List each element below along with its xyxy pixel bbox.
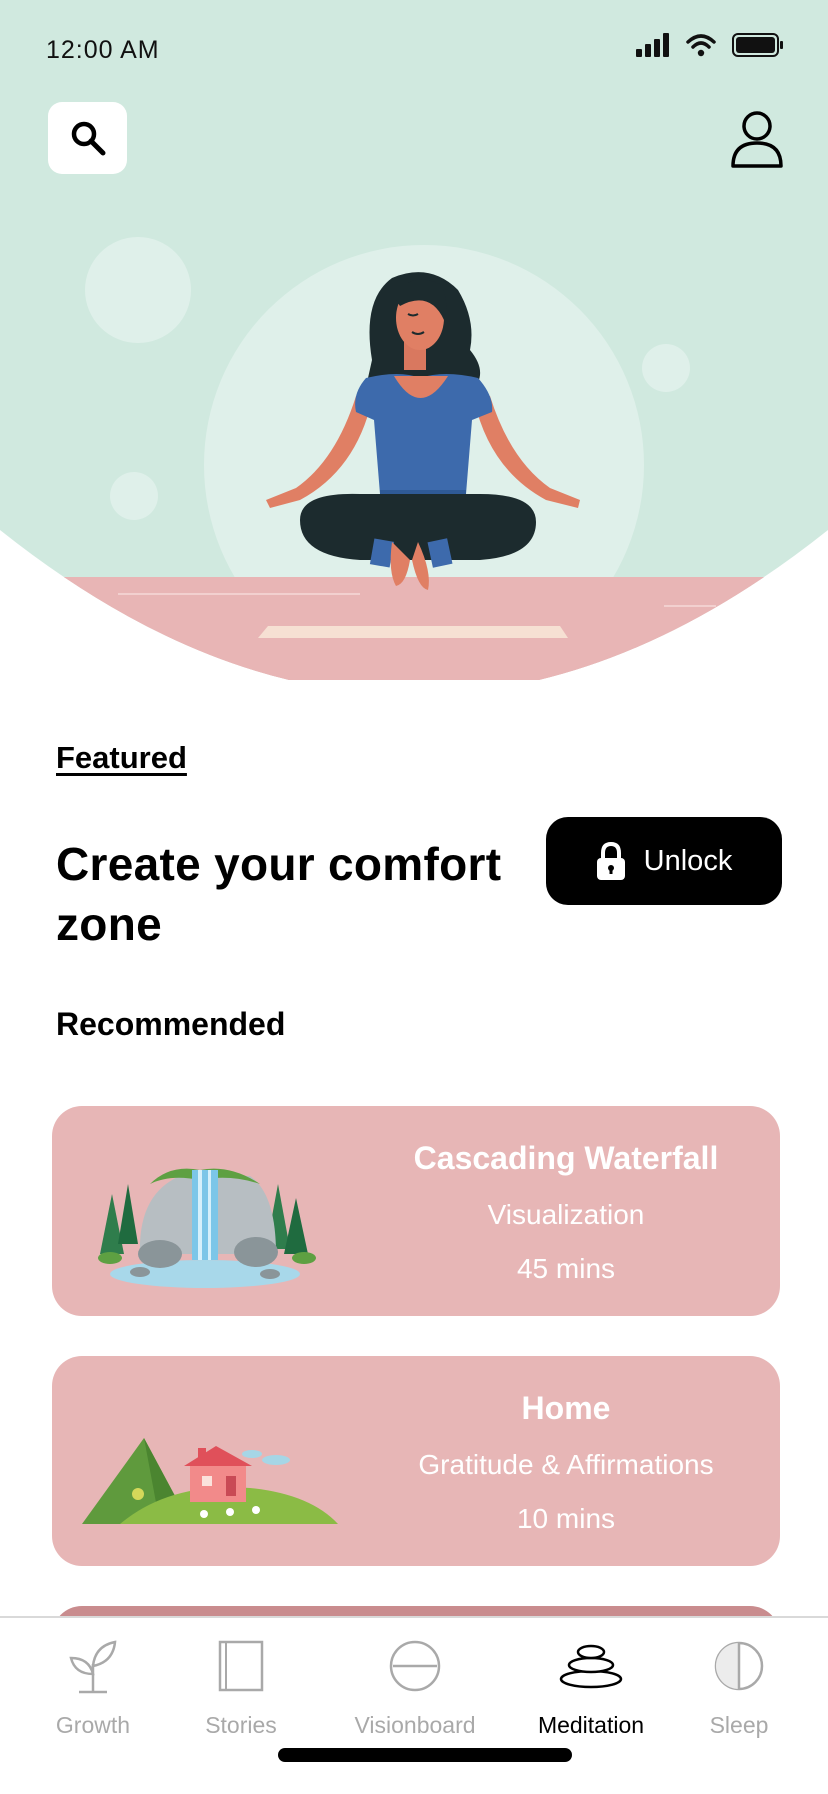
stones-icon — [559, 1644, 623, 1689]
recommended-heading: Recommended — [56, 1006, 286, 1042]
featured-link[interactable]: Featured — [56, 740, 187, 776]
user-icon — [731, 111, 783, 168]
tab-bar: Growth Stories Visionboard Meditation Sl… — [0, 1616, 828, 1794]
card-title: Home — [521, 1390, 611, 1426]
card-category: Gratitude & Affirmations — [418, 1449, 714, 1480]
status-bar: 12:00 AM — [0, 0, 828, 100]
profile-button[interactable] — [730, 110, 784, 168]
search-icon — [71, 121, 105, 156]
tab-meditation[interactable]: Meditation — [516, 1634, 666, 1739]
tab-label: Visionboard — [354, 1712, 476, 1738]
tab-visionboard[interactable]: Visionboard — [340, 1634, 490, 1739]
minus-circle-icon — [389, 1640, 441, 1692]
featured-headline: Create your comfort zone — [56, 838, 502, 950]
search-button[interactable] — [48, 102, 127, 174]
signal-icon — [636, 33, 669, 57]
recommended-card-home[interactable]: Home Gratitude & Affirmations 10 mins — [52, 1356, 780, 1566]
card-duration: 45 mins — [516, 1253, 616, 1284]
status-time: 12:00 AM — [46, 36, 160, 64]
tab-label: Sleep — [709, 1712, 769, 1738]
card-text: Cascading Waterfall Visualization 45 min… — [352, 1136, 780, 1285]
tab-label: Stories — [205, 1712, 277, 1738]
tab-growth[interactable]: Growth — [18, 1634, 168, 1739]
home-indicator — [278, 1748, 572, 1762]
waterfall-thumbnail — [98, 1168, 316, 1288]
card-category: Visualization — [487, 1199, 645, 1230]
home-thumbnail — [82, 1438, 338, 1524]
sprout-icon — [69, 1640, 117, 1694]
hero-section: 12:00 AM — [0, 0, 828, 680]
meditation-illustration — [0, 0, 828, 680]
lock-icon — [596, 842, 625, 880]
recommended-card-waterfall[interactable]: Cascading Waterfall Visualization 45 min… — [52, 1106, 780, 1316]
tab-sleep[interactable]: Sleep — [664, 1634, 814, 1739]
battery-icon — [732, 33, 783, 57]
book-icon — [218, 1640, 264, 1692]
tab-label: Growth — [55, 1712, 131, 1738]
card-title: Cascading Waterfall — [413, 1140, 719, 1176]
tab-stories[interactable]: Stories — [166, 1634, 316, 1739]
wifi-icon — [686, 34, 716, 57]
status-icons — [636, 32, 784, 58]
card-duration: 10 mins — [516, 1503, 616, 1534]
unlock-button[interactable]: Unlock — [546, 817, 782, 905]
tab-label: Meditation — [537, 1712, 645, 1738]
card-text: Home Gratitude & Affirmations 10 mins — [352, 1386, 780, 1535]
unlock-label: Unlock — [643, 844, 733, 877]
half-moon-icon — [714, 1641, 764, 1691]
